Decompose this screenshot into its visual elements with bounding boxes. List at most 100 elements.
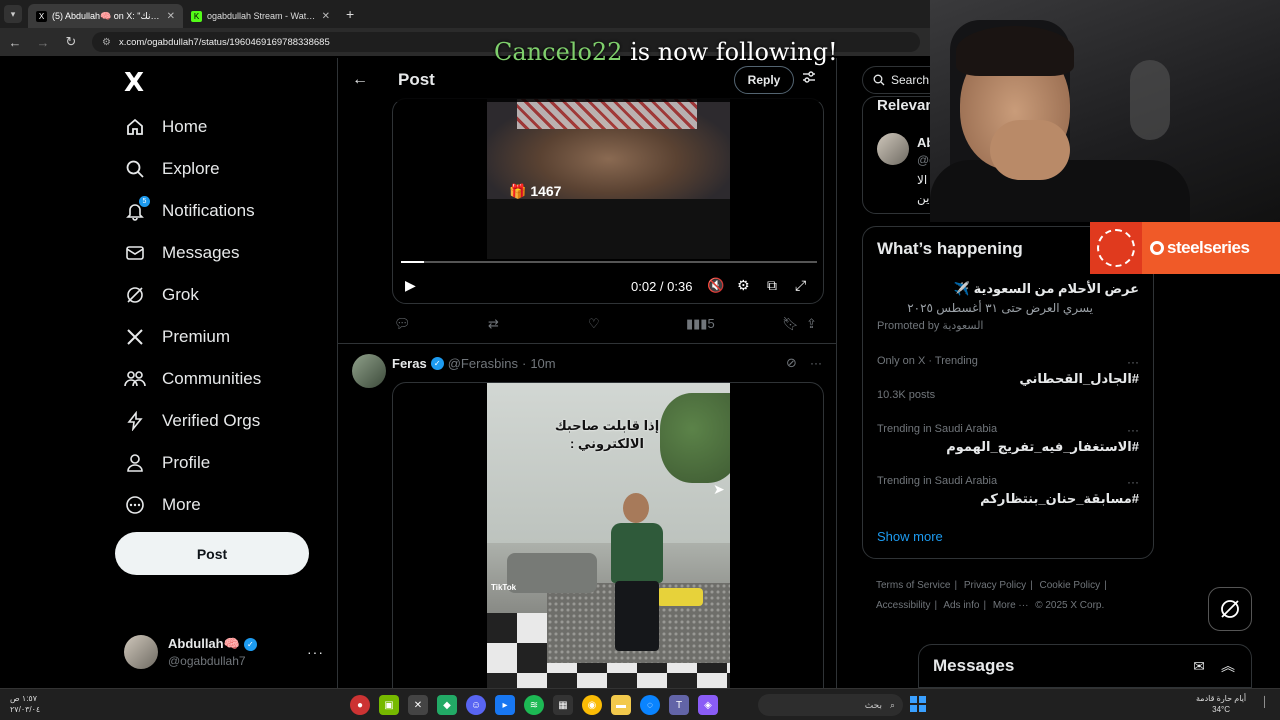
taskbar-search-placeholder: بحث (864, 699, 882, 710)
app-icon[interactable]: ▸ (495, 695, 515, 715)
footer-link[interactable]: Privacy Policy (964, 580, 1026, 591)
notification-badge: 5 (139, 196, 150, 207)
close-tab-icon[interactable]: ✕ (322, 11, 330, 22)
app-icon[interactable]: ◆ (437, 695, 457, 715)
footer-link[interactable]: More ··· (993, 600, 1029, 611)
x-logo-icon[interactable]: X (124, 68, 144, 98)
sliders-icon[interactable] (802, 70, 816, 87)
account-switcher[interactable]: Abdullah🧠 ✓ @ogabdullah7 ··· (124, 632, 324, 672)
lightning-icon (124, 410, 146, 432)
reply-post[interactable]: Feras ✓ @Ferasbins · 10m ⊘ ··· إذا قابلت… (338, 344, 836, 688)
reply-button[interactable]: Reply (734, 66, 794, 94)
back-icon[interactable]: ← (8, 35, 22, 50)
nav-more[interactable]: More (124, 494, 201, 516)
expand-icon[interactable]: ︽ (1221, 656, 1235, 676)
nav-communities[interactable]: Communities (124, 368, 261, 390)
play-icon[interactable]: ▶ (405, 277, 416, 294)
tab-title: ogabdullah Stream - Watch Live (207, 11, 317, 21)
obs-icon[interactable]: ● (350, 695, 370, 715)
trend-tag[interactable]: #الجادل_القحطاني (1019, 371, 1139, 387)
back-arrow-icon[interactable]: ← (352, 71, 372, 89)
follow-alert-username: Cancelo22 (494, 38, 623, 66)
people-icon (124, 368, 146, 390)
footer-link[interactable]: Ads info (943, 600, 979, 611)
more-dots-icon[interactable]: ··· (1127, 475, 1139, 489)
taskbar-search[interactable]: بحث ⌕ (758, 694, 903, 716)
settings-gear-icon[interactable]: ⚙ (737, 277, 750, 294)
trend-tag[interactable]: #الاستغفار_فيه_تفريج_الهموم (946, 439, 1139, 455)
show-desktop-icon[interactable]: │ (1262, 697, 1268, 708)
chrome-icon[interactable]: ◉ (582, 695, 602, 715)
nav-messages[interactable]: Messages (124, 242, 239, 264)
repost-icon[interactable]: ⇄ (488, 316, 499, 332)
forward-icon[interactable]: → (36, 35, 50, 50)
show-more-link[interactable]: Show more (877, 529, 943, 544)
verified-badge-icon: ✓ (243, 637, 257, 651)
discord-icon[interactable]: ☺ (466, 695, 486, 715)
avatar[interactable] (352, 354, 386, 388)
site-info-icon[interactable]: ⚙ (102, 37, 111, 48)
file-explorer-icon[interactable]: ▬ (611, 695, 631, 715)
nav-profile[interactable]: Profile (124, 452, 210, 474)
like-icon[interactable]: ♡ (588, 316, 600, 332)
bookmark-icon[interactable]: 🔖︎ (782, 316, 799, 332)
footer-link[interactable]: Terms of Service (876, 580, 950, 591)
more-dots-icon[interactable]: ··· (1127, 355, 1139, 369)
clock-date: ٢٧/٠٣/٠٤ (10, 705, 41, 714)
video-progress-bar[interactable] (401, 261, 817, 263)
grok-fab-button[interactable] (1208, 587, 1252, 631)
close-tab-icon[interactable]: ✕ (167, 11, 175, 22)
spotify-icon[interactable]: ≋ (524, 695, 544, 715)
browser-tab[interactable]: K ogabdullah Stream - Watch Live ✕ (183, 4, 338, 28)
nav-premium[interactable]: Premium (124, 326, 230, 348)
avatar[interactable] (877, 133, 909, 165)
promo-label: Promoted by السعودية (877, 320, 984, 332)
copyright: © 2025 X Corp. (1035, 600, 1105, 611)
taskbar-clock[interactable]: ١:٥٧ ص ٢٧/٠٣/٠٤ (10, 693, 40, 715)
windows-start-icon[interactable] (910, 696, 926, 712)
more-dots-icon[interactable]: ··· (810, 356, 822, 370)
capcut-icon[interactable]: ✕ (408, 695, 428, 715)
x-favicon-icon: X (36, 10, 47, 22)
trend-tag[interactable]: #مسابقة_حنان_بنتظاركم (980, 491, 1139, 507)
new-tab-icon[interactable]: + (346, 6, 354, 22)
copilot-icon[interactable]: ◈ (698, 695, 718, 715)
nav-explore[interactable]: Explore (124, 158, 220, 180)
grok-icon[interactable]: ⊘ (786, 355, 797, 371)
views-icon[interactable]: ▮▮▮ 5 (686, 316, 715, 332)
footer-link[interactable]: Accessibility (876, 600, 930, 611)
author-name[interactable]: Feras (392, 356, 427, 371)
weather-widget[interactable]: أيام حارة قادمة 34°C (1196, 693, 1246, 715)
store-icon[interactable]: ▦ (553, 695, 573, 715)
taskbar-apps: ● ▣ ✕ ◆ ☺ ▸ ≋ ▦ ◉ ▬ ◌ T ◈ (350, 695, 718, 715)
reload-icon[interactable]: ↻ (64, 34, 78, 50)
tab-list-button[interactable]: ▾ (4, 5, 22, 23)
nvidia-icon[interactable]: ▣ (379, 695, 399, 715)
post-age[interactable]: 10m (530, 356, 555, 371)
video-player[interactable]: إذا قابلت صاحبك الالكتروني : TikTok ➤ (392, 382, 824, 688)
share-icon[interactable]: ⇪ (806, 316, 817, 332)
teams-icon[interactable]: T (669, 695, 689, 715)
pip-icon[interactable]: ⧉ (767, 277, 777, 294)
author-handle[interactable]: @Ferasbins (448, 356, 518, 371)
new-message-icon[interactable]: ✉ (1193, 658, 1205, 675)
nav-home[interactable]: Home (124, 116, 207, 138)
fullscreen-icon[interactable]: ⤢ (795, 277, 806, 294)
footer-link[interactable]: Cookie Policy (1040, 580, 1101, 591)
edge-icon[interactable]: ◌ (640, 695, 660, 715)
sponsor-name: steelseries (1167, 238, 1250, 257)
reply-icon[interactable]: 💬︎ (394, 316, 411, 332)
promo-title[interactable]: عرض الأحلام من السعودية ✈️ (954, 281, 1139, 297)
trend-meta: Trending in Saudi Arabia (877, 475, 998, 487)
more-dots-icon[interactable]: ··· (1127, 423, 1139, 437)
nav-premium-label: Premium (162, 327, 231, 346)
video-player[interactable]: 🎁 1467 ▶ 0:02 / 0:36 🔇 ⚙ ⧉ ⤢ (392, 98, 824, 304)
post-button[interactable]: Post (115, 532, 309, 575)
browser-tab-active[interactable]: X (5) Abdullah🧠 on X: "تضع قوانك ✕ (28, 4, 183, 28)
nav-grok[interactable]: Grok (124, 284, 199, 306)
messages-drawer[interactable]: Messages ✉ ︽ (918, 644, 1252, 688)
nav-verified-orgs[interactable]: Verified Orgs (124, 410, 260, 432)
nav-notifications[interactable]: 5 Notifications (124, 196, 255, 222)
more-dots-icon[interactable]: ··· (307, 644, 324, 660)
mute-icon[interactable]: 🔇 (707, 277, 724, 294)
